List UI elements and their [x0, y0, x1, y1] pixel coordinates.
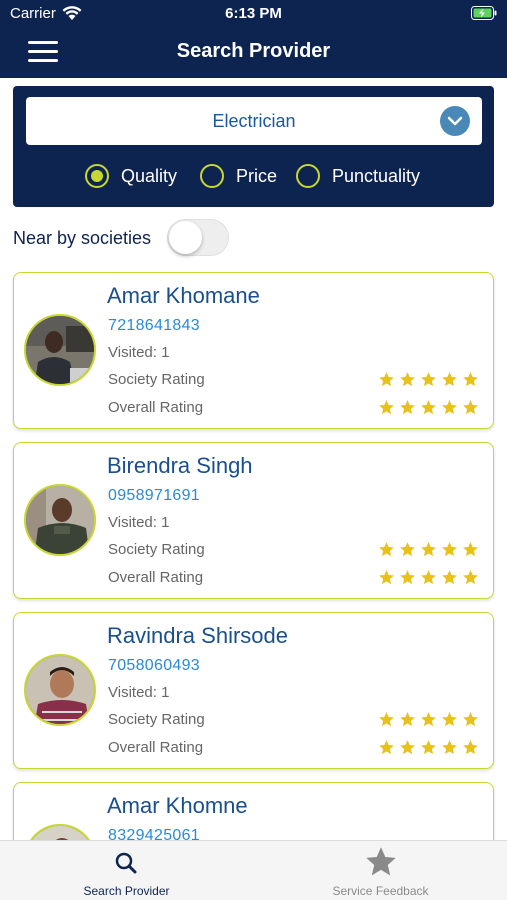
toggle-knob — [169, 221, 202, 254]
star-icon — [400, 740, 415, 755]
tab-service-feedback[interactable]: Service Feedback — [254, 841, 507, 900]
provider-visited: Visited: 1 — [108, 684, 170, 701]
star-icon — [463, 542, 478, 557]
nearby-societies-label: Near by societies — [13, 228, 152, 248]
filter-panel: Electrician Quality Price Punctuality — [13, 86, 494, 207]
overall-rating-label: Overall Rating — [108, 399, 204, 416]
provider-card[interactable]: Amar Khomne 8329425061 — [13, 782, 494, 840]
provider-phone-link[interactable]: 7058060493 — [108, 657, 200, 675]
society-rating-stars — [378, 541, 479, 557]
provider-list[interactable]: Amar Khomane 7218641843 Visited: 1 Socie… — [0, 262, 507, 840]
app-screen: Carrier 6:13 PM Search Provider Electric… — [0, 0, 507, 900]
provider-name: Amar Khomne — [107, 793, 248, 818]
avatar — [24, 824, 96, 840]
star-icon — [421, 570, 436, 585]
clock: 6:13 PM — [225, 5, 282, 22]
provider-card[interactable]: Birendra Singh 0958971691 Visited: 1 Soc… — [13, 442, 494, 599]
sort-options: Quality Price Punctuality — [13, 164, 494, 188]
provider-card[interactable]: Amar Khomane 7218641843 Visited: 1 Socie… — [13, 272, 494, 429]
society-rating-label: Society Rating — [108, 371, 205, 388]
battery-charging-icon — [471, 6, 497, 20]
radio-quality[interactable]: Quality — [85, 164, 195, 188]
overall-rating-stars — [378, 399, 479, 415]
radio-label: Punctuality — [332, 166, 421, 186]
star-icon — [421, 372, 436, 387]
provider-name: Birendra Singh — [107, 453, 253, 478]
avatar — [24, 484, 96, 556]
society-rating-stars — [378, 711, 479, 727]
status-bar: Carrier 6:13 PM — [0, 0, 507, 28]
chevron-down-icon[interactable] — [440, 106, 470, 136]
star-icon — [463, 400, 478, 415]
provider-phone-link[interactable]: 8329425061 — [108, 827, 200, 840]
star-icon — [400, 400, 415, 415]
radio-unselected-icon — [296, 164, 320, 188]
star-icon — [379, 712, 394, 727]
star-icon — [442, 400, 457, 415]
overall-rating-stars — [378, 739, 479, 755]
star-icon — [379, 372, 394, 387]
category-dropdown[interactable]: Electrician — [26, 97, 482, 145]
star-icon — [442, 712, 457, 727]
provider-name: Amar Khomane — [107, 283, 260, 308]
star-icon — [400, 542, 415, 557]
star-icon — [400, 372, 415, 387]
star-icon — [442, 542, 457, 557]
avatar — [24, 654, 96, 726]
tab-label: Service Feedback — [332, 884, 429, 898]
overall-rating-label: Overall Rating — [108, 739, 204, 756]
provider-phone-link[interactable]: 7218641843 — [108, 317, 200, 335]
radio-unselected-icon — [200, 164, 224, 188]
society-rating-label: Society Rating — [108, 711, 205, 728]
star-icon — [254, 847, 507, 879]
star-icon — [379, 400, 394, 415]
provider-visited: Visited: 1 — [108, 344, 170, 361]
star-icon — [421, 712, 436, 727]
radio-label: Price — [236, 166, 278, 186]
overall-rating-label: Overall Rating — [108, 569, 204, 586]
star-icon — [442, 372, 457, 387]
society-rating-stars — [378, 371, 479, 387]
radio-price[interactable]: Price — [200, 164, 290, 188]
society-rating-label: Society Rating — [108, 541, 205, 558]
radio-punctuality[interactable]: Punctuality — [296, 164, 446, 188]
star-icon — [379, 740, 394, 755]
star-icon — [442, 570, 457, 585]
search-icon — [0, 849, 253, 879]
star-icon — [379, 542, 394, 557]
tab-search-provider[interactable]: Search Provider — [0, 841, 253, 900]
radio-label: Quality — [121, 166, 178, 186]
star-icon — [421, 740, 436, 755]
category-dropdown-value: Electrician — [212, 111, 296, 131]
provider-card[interactable]: Ravindra Shirsode 7058060493 Visited: 1 … — [13, 612, 494, 769]
page-title: Search Provider — [176, 40, 331, 62]
overall-rating-stars — [378, 569, 479, 585]
tab-label: Search Provider — [83, 884, 170, 898]
radio-selected-icon — [85, 164, 109, 188]
avatar — [24, 314, 96, 386]
star-icon — [400, 570, 415, 585]
star-icon — [463, 372, 478, 387]
provider-name: Ravindra Shirsode — [107, 623, 288, 648]
star-icon — [421, 542, 436, 557]
star-icon — [463, 712, 478, 727]
star-icon — [463, 740, 478, 755]
header-bar: Carrier 6:13 PM Search Provider — [0, 0, 507, 78]
star-icon — [442, 740, 457, 755]
star-icon — [421, 400, 436, 415]
star-icon — [400, 712, 415, 727]
star-icon — [379, 570, 394, 585]
nearby-societies-toggle[interactable] — [167, 219, 229, 256]
star-icon — [463, 570, 478, 585]
provider-phone-link[interactable]: 0958971691 — [108, 487, 200, 505]
provider-visited: Visited: 1 — [108, 514, 170, 531]
tab-bar: Search Provider Service Feedback — [0, 840, 507, 900]
